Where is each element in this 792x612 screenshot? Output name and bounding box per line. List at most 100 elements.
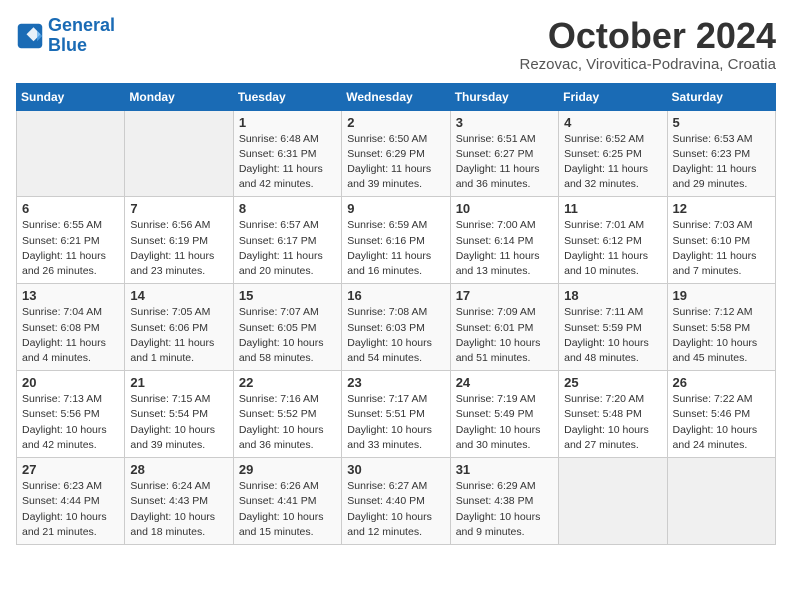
calendar-week-4: 20 Sunrise: 7:13 AM Sunset: 5:56 PM Dayli… <box>17 371 776 458</box>
day-info: Sunrise: 7:00 AM Sunset: 6:14 PM Dayligh… <box>456 218 553 279</box>
day-number: 18 <box>564 288 661 303</box>
day-info: Sunrise: 6:52 AM Sunset: 6:25 PM Dayligh… <box>564 132 661 193</box>
location-subtitle: Rezovac, Virovitica-Podravina, Croatia <box>519 56 776 73</box>
day-number: 31 <box>456 462 553 477</box>
day-info: Sunrise: 6:24 AM Sunset: 4:43 PM Dayligh… <box>130 479 227 540</box>
calendar-header: SundayMondayTuesdayWednesdayThursdayFrid… <box>17 83 776 110</box>
calendar-cell: 21 Sunrise: 7:15 AM Sunset: 5:54 PM Dayli… <box>125 371 233 458</box>
day-number: 16 <box>347 288 444 303</box>
calendar-week-5: 27 Sunrise: 6:23 AM Sunset: 4:44 PM Dayli… <box>17 458 776 545</box>
header-cell-wednesday: Wednesday <box>342 83 450 110</box>
calendar-cell: 12 Sunrise: 7:03 AM Sunset: 6:10 PM Dayli… <box>667 197 775 284</box>
day-number: 30 <box>347 462 444 477</box>
title-block: October 2024 Rezovac, Virovitica-Podravi… <box>519 16 776 73</box>
calendar-cell: 14 Sunrise: 7:05 AM Sunset: 6:06 PM Dayli… <box>125 284 233 371</box>
day-info: Sunrise: 7:07 AM Sunset: 6:05 PM Dayligh… <box>239 305 336 366</box>
page-header: General Blue October 2024 Rezovac, Virov… <box>16 16 776 73</box>
calendar-cell <box>125 110 233 197</box>
day-number: 13 <box>22 288 119 303</box>
calendar-cell: 28Sunrise: 6:24 AM Sunset: 4:43 PM Dayli… <box>125 458 233 545</box>
day-number: 11 <box>564 201 661 216</box>
calendar-cell: 2 Sunrise: 6:50 AM Sunset: 6:29 PM Daylig… <box>342 110 450 197</box>
calendar-cell: 24 Sunrise: 7:19 AM Sunset: 5:49 PM Dayli… <box>450 371 558 458</box>
day-number: 22 <box>239 375 336 390</box>
day-number: 3 <box>456 115 553 130</box>
header-row: SundayMondayTuesdayWednesdayThursdayFrid… <box>17 83 776 110</box>
header-cell-tuesday: Tuesday <box>233 83 341 110</box>
day-number: 23 <box>347 375 444 390</box>
calendar-cell: 9 Sunrise: 6:59 AM Sunset: 6:16 PM Daylig… <box>342 197 450 284</box>
day-number: 9 <box>347 201 444 216</box>
calendar-cell: 23 Sunrise: 7:17 AM Sunset: 5:51 PM Dayli… <box>342 371 450 458</box>
day-info: Sunrise: 7:13 AM Sunset: 5:56 PM Dayligh… <box>22 392 119 453</box>
day-info: Sunrise: 6:26 AM Sunset: 4:41 PM Dayligh… <box>239 479 336 540</box>
day-info: Sunrise: 7:05 AM Sunset: 6:06 PM Dayligh… <box>130 305 227 366</box>
day-info: Sunrise: 6:53 AM Sunset: 6:23 PM Dayligh… <box>673 132 770 193</box>
day-info: Sunrise: 7:15 AM Sunset: 5:54 PM Dayligh… <box>130 392 227 453</box>
calendar-cell <box>17 110 125 197</box>
calendar-cell: 3 Sunrise: 6:51 AM Sunset: 6:27 PM Daylig… <box>450 110 558 197</box>
calendar-week-1: 1Sunrise: 6:48 AM Sunset: 6:31 PM Daylig… <box>17 110 776 197</box>
day-number: 5 <box>673 115 770 130</box>
logo: General Blue <box>16 16 115 56</box>
day-number: 6 <box>22 201 119 216</box>
calendar-cell <box>667 458 775 545</box>
calendar-cell: 18Sunrise: 7:11 AM Sunset: 5:59 PM Dayli… <box>559 284 667 371</box>
calendar-cell: 11 Sunrise: 7:01 AM Sunset: 6:12 PM Dayli… <box>559 197 667 284</box>
logo-text: General Blue <box>48 16 115 56</box>
day-number: 12 <box>673 201 770 216</box>
day-number: 15 <box>239 288 336 303</box>
calendar-cell: 31 Sunrise: 6:29 AM Sunset: 4:38 PM Dayli… <box>450 458 558 545</box>
header-cell-monday: Monday <box>125 83 233 110</box>
day-info: Sunrise: 7:01 AM Sunset: 6:12 PM Dayligh… <box>564 218 661 279</box>
calendar-cell <box>559 458 667 545</box>
day-number: 25 <box>564 375 661 390</box>
day-info: Sunrise: 7:22 AM Sunset: 5:46 PM Dayligh… <box>673 392 770 453</box>
header-cell-saturday: Saturday <box>667 83 775 110</box>
day-number: 8 <box>239 201 336 216</box>
day-info: Sunrise: 7:16 AM Sunset: 5:52 PM Dayligh… <box>239 392 336 453</box>
day-info: Sunrise: 6:57 AM Sunset: 6:17 PM Dayligh… <box>239 218 336 279</box>
day-info: Sunrise: 6:23 AM Sunset: 4:44 PM Dayligh… <box>22 479 119 540</box>
calendar-cell: 13Sunrise: 7:04 AM Sunset: 6:08 PM Dayli… <box>17 284 125 371</box>
day-number: 20 <box>22 375 119 390</box>
calendar-cell: 10Sunrise: 7:00 AM Sunset: 6:14 PM Dayli… <box>450 197 558 284</box>
calendar-cell: 30 Sunrise: 6:27 AM Sunset: 4:40 PM Dayli… <box>342 458 450 545</box>
calendar-cell: 26 Sunrise: 7:22 AM Sunset: 5:46 PM Dayli… <box>667 371 775 458</box>
calendar-cell: 20 Sunrise: 7:13 AM Sunset: 5:56 PM Dayli… <box>17 371 125 458</box>
day-info: Sunrise: 6:27 AM Sunset: 4:40 PM Dayligh… <box>347 479 444 540</box>
day-info: Sunrise: 7:03 AM Sunset: 6:10 PM Dayligh… <box>673 218 770 279</box>
calendar-table: SundayMondayTuesdayWednesdayThursdayFrid… <box>16 83 776 545</box>
calendar-cell: 27 Sunrise: 6:23 AM Sunset: 4:44 PM Dayli… <box>17 458 125 545</box>
calendar-cell: 5 Sunrise: 6:53 AM Sunset: 6:23 PM Daylig… <box>667 110 775 197</box>
day-info: Sunrise: 6:51 AM Sunset: 6:27 PM Dayligh… <box>456 132 553 193</box>
day-info: Sunrise: 7:19 AM Sunset: 5:49 PM Dayligh… <box>456 392 553 453</box>
day-info: Sunrise: 7:17 AM Sunset: 5:51 PM Dayligh… <box>347 392 444 453</box>
calendar-cell: 15 Sunrise: 7:07 AM Sunset: 6:05 PM Dayli… <box>233 284 341 371</box>
day-number: 26 <box>673 375 770 390</box>
day-info: Sunrise: 6:55 AM Sunset: 6:21 PM Dayligh… <box>22 218 119 279</box>
calendar-cell: 8 Sunrise: 6:57 AM Sunset: 6:17 PM Daylig… <box>233 197 341 284</box>
calendar-week-2: 6 Sunrise: 6:55 AM Sunset: 6:21 PM Daylig… <box>17 197 776 284</box>
day-number: 27 <box>22 462 119 477</box>
calendar-cell: 17Sunrise: 7:09 AM Sunset: 6:01 PM Dayli… <box>450 284 558 371</box>
header-cell-sunday: Sunday <box>17 83 125 110</box>
day-number: 24 <box>456 375 553 390</box>
day-info: Sunrise: 6:59 AM Sunset: 6:16 PM Dayligh… <box>347 218 444 279</box>
day-number: 4 <box>564 115 661 130</box>
day-number: 21 <box>130 375 227 390</box>
day-info: Sunrise: 6:29 AM Sunset: 4:38 PM Dayligh… <box>456 479 553 540</box>
day-number: 29 <box>239 462 336 477</box>
header-cell-friday: Friday <box>559 83 667 110</box>
calendar-week-3: 13Sunrise: 7:04 AM Sunset: 6:08 PM Dayli… <box>17 284 776 371</box>
day-info: Sunrise: 6:56 AM Sunset: 6:19 PM Dayligh… <box>130 218 227 279</box>
day-number: 14 <box>130 288 227 303</box>
day-number: 2 <box>347 115 444 130</box>
logo-icon <box>16 22 44 50</box>
day-info: Sunrise: 6:50 AM Sunset: 6:29 PM Dayligh… <box>347 132 444 193</box>
header-cell-thursday: Thursday <box>450 83 558 110</box>
calendar-body: 1Sunrise: 6:48 AM Sunset: 6:31 PM Daylig… <box>17 110 776 544</box>
month-title: October 2024 <box>519 16 776 56</box>
logo-line2: Blue <box>48 35 87 55</box>
calendar-cell: 6 Sunrise: 6:55 AM Sunset: 6:21 PM Daylig… <box>17 197 125 284</box>
